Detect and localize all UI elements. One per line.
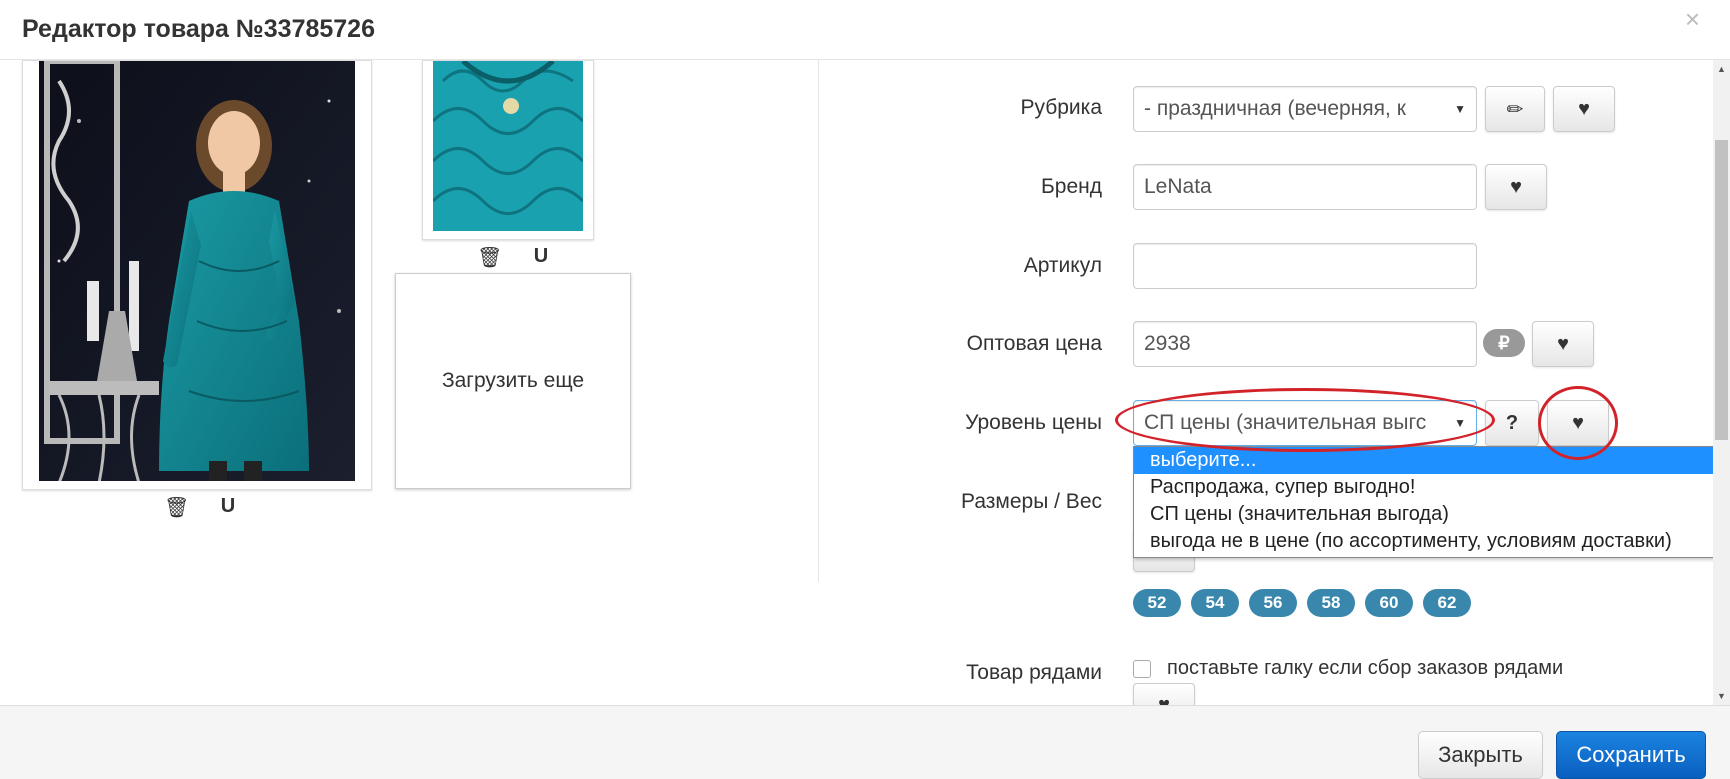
save-button[interactable]: Сохранить: [1556, 731, 1706, 779]
heart-icon: ♥: [1572, 411, 1584, 434]
heart-icon: ♥: [1510, 175, 1522, 198]
brand-favorite-button[interactable]: ♥: [1485, 164, 1547, 210]
magnet-icon[interactable]: U: [218, 495, 238, 520]
size-tag[interactable]: 52: [1133, 589, 1181, 617]
modal-footer: Закрыть Сохранить: [0, 705, 1730, 779]
rows-checkbox[interactable]: [1133, 659, 1151, 678]
column-divider: [818, 60, 819, 582]
price-favorite-button[interactable]: ♥: [1532, 321, 1594, 367]
wholesale-price-label: Оптовая цена: [966, 332, 1102, 355]
dropdown-option[interactable]: Распродажа, супер выгодно!: [1134, 474, 1729, 501]
price-level-favorite-button[interactable]: ♥: [1547, 400, 1609, 446]
ruble-badge: ₽: [1483, 329, 1525, 357]
main-photo-actions: 🗑 U: [164, 495, 238, 520]
rows-label: Товар рядами: [966, 661, 1102, 684]
thumb-photo-actions: 🗑 U: [477, 245, 551, 270]
scroll-thumb[interactable]: [1715, 140, 1728, 440]
scrollbar[interactable]: ▲ ▼: [1713, 60, 1730, 705]
rubric-label: Рубрика: [1020, 96, 1102, 119]
chevron-down-icon: ▼: [1454, 416, 1466, 430]
rows-checkbox-row: поставьте галку если сбор заказов рядами: [1133, 657, 1563, 680]
scroll-up-icon[interactable]: ▲: [1717, 64, 1726, 74]
price-level-dropdown: выберите... Распродажа, супер выгодно! С…: [1133, 446, 1730, 558]
article-label: Артикул: [1023, 254, 1102, 277]
article-input[interactable]: [1133, 243, 1477, 289]
size-tag[interactable]: 56: [1249, 589, 1297, 617]
price-level-label: Уровень цены: [965, 411, 1102, 434]
dropdown-option[interactable]: СП цены (значительная выгода): [1134, 501, 1729, 528]
lace-detail-photo: [433, 61, 583, 231]
close-icon[interactable]: ×: [1685, 4, 1700, 35]
sizes-label: Размеры / Вес: [961, 490, 1102, 513]
upload-more-button[interactable]: Загрузить еще: [395, 273, 631, 489]
product-photo-main[interactable]: [22, 60, 372, 490]
size-tag[interactable]: 54: [1191, 589, 1239, 617]
modal-header: Редактор товара №33785726 ×: [0, 0, 1730, 60]
dropdown-option[interactable]: выберите...: [1134, 447, 1729, 474]
close-button[interactable]: Закрыть: [1418, 731, 1543, 779]
chevron-down-icon: ▼: [1454, 102, 1466, 116]
brand-input[interactable]: LeNata: [1133, 164, 1477, 210]
wholesale-price-input[interactable]: 2938: [1133, 321, 1477, 367]
size-tag[interactable]: 58: [1307, 589, 1355, 617]
price-level-help-button[interactable]: ?: [1485, 400, 1539, 446]
size-tag[interactable]: 62: [1423, 589, 1471, 617]
product-photo-thumb[interactable]: [422, 60, 594, 240]
price-level-select[interactable]: СП цены (значительная выгс ▼: [1133, 400, 1477, 446]
pencil-icon: ✏: [1506, 98, 1524, 121]
size-tag[interactable]: 60: [1365, 589, 1413, 617]
rubric-edit-button[interactable]: ✏: [1485, 86, 1545, 132]
scroll-down-icon[interactable]: ▼: [1717, 691, 1726, 701]
trash-icon[interactable]: 🗑: [164, 495, 189, 520]
trash-icon[interactable]: 🗑: [477, 245, 502, 270]
magnet-icon[interactable]: U: [531, 245, 551, 270]
rows-checkbox-text: поставьте галку если сбор заказов рядами: [1167, 657, 1564, 679]
modal-title: Редактор товара №33785726: [22, 15, 375, 43]
dress-photo: [39, 61, 355, 481]
brand-label: Бренд: [1041, 175, 1102, 198]
rubric-select[interactable]: - праздничная (вечерняя, к ▼: [1133, 86, 1477, 132]
heart-icon: ♥: [1578, 97, 1590, 120]
heart-icon: ♥: [1557, 332, 1569, 355]
rubric-favorite-button[interactable]: ♥: [1553, 86, 1615, 132]
dropdown-option[interactable]: выгода не в цене (по ассортименту, услов…: [1134, 528, 1729, 555]
size-tags: 52 54 56 58 60 62: [1133, 589, 1471, 617]
